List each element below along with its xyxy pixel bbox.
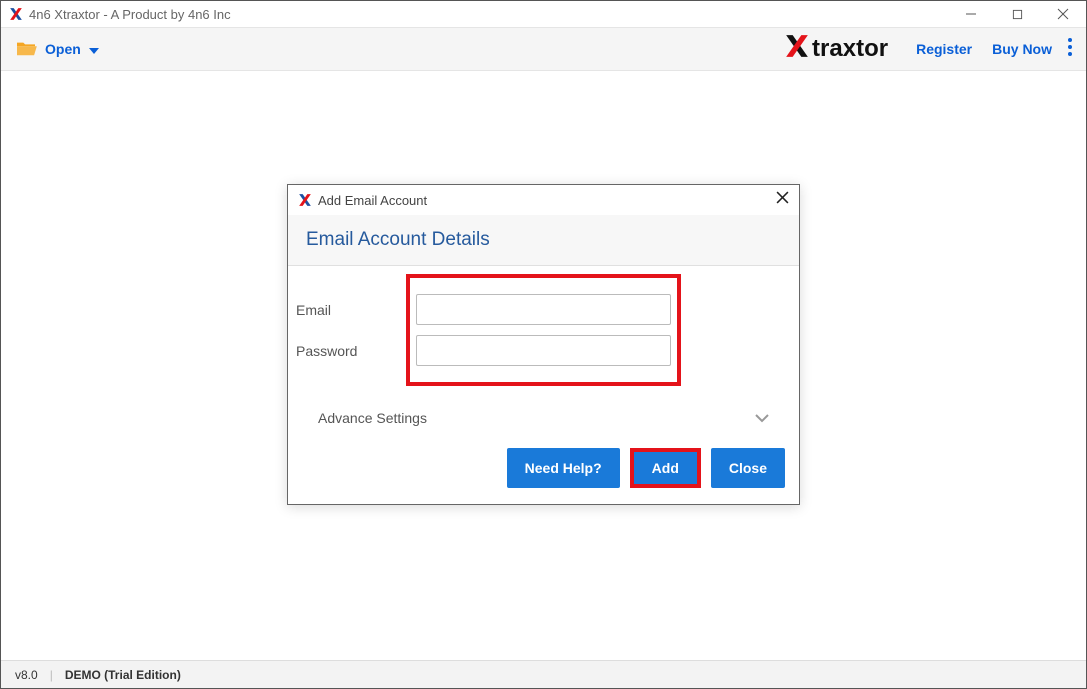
open-menu-button[interactable]: Open [15, 39, 99, 60]
status-separator: | [50, 668, 53, 682]
app-logo-icon [9, 7, 23, 21]
close-window-button[interactable] [1040, 1, 1086, 27]
dialog-subheader: Email Account Details [288, 215, 799, 266]
folder-open-icon [15, 39, 37, 60]
dialog-titlebar: Add Email Account [288, 185, 799, 215]
add-button[interactable]: Add [634, 452, 697, 484]
need-help-button[interactable]: Need Help? [507, 448, 620, 488]
advance-settings-label: Advance Settings [318, 410, 427, 426]
dialog-body: Email Password Advance Settings Need Hel… [288, 274, 799, 504]
chevron-down-icon [89, 41, 99, 57]
main-area: Add Email Account Email Account Details … [1, 71, 1086, 660]
minimize-button[interactable] [948, 1, 994, 27]
close-button[interactable]: Close [711, 448, 785, 488]
version-label: v8.0 [15, 668, 38, 682]
register-link[interactable]: Register [916, 41, 972, 57]
email-input[interactable] [416, 294, 671, 325]
add-button-highlight: Add [630, 448, 701, 488]
password-input[interactable] [416, 335, 671, 366]
brand-text: traxtor [812, 35, 888, 63]
edition-label: DEMO (Trial Edition) [65, 668, 181, 682]
chevron-down-icon [755, 410, 769, 426]
brand-x-icon [784, 33, 810, 66]
credentials-highlight: Email Password [406, 274, 681, 386]
advance-settings-toggle[interactable]: Advance Settings [288, 394, 799, 448]
dialog-actions: Need Help? Add Close [288, 448, 799, 504]
buy-now-link[interactable]: Buy Now [992, 41, 1052, 57]
window-title: 4n6 Xtraxtor - A Product by 4n6 Inc [29, 7, 231, 22]
main-toolbar: Open traxtor Register Buy Now [1, 27, 1086, 71]
password-label: Password [296, 343, 406, 359]
window-controls [948, 1, 1086, 27]
dialog-logo-icon [298, 193, 312, 207]
window-titlebar: 4n6 Xtraxtor - A Product by 4n6 Inc [1, 1, 1086, 27]
status-bar: v8.0 | DEMO (Trial Edition) [1, 660, 1086, 688]
email-label: Email [296, 302, 406, 318]
dialog-title: Add Email Account [318, 193, 427, 208]
open-label: Open [45, 41, 81, 57]
more-menu-button[interactable] [1068, 38, 1072, 61]
add-email-account-dialog: Add Email Account Email Account Details … [287, 184, 800, 505]
dialog-close-button[interactable] [776, 191, 789, 209]
maximize-button[interactable] [994, 1, 1040, 27]
brand-logo: traxtor [784, 33, 888, 66]
